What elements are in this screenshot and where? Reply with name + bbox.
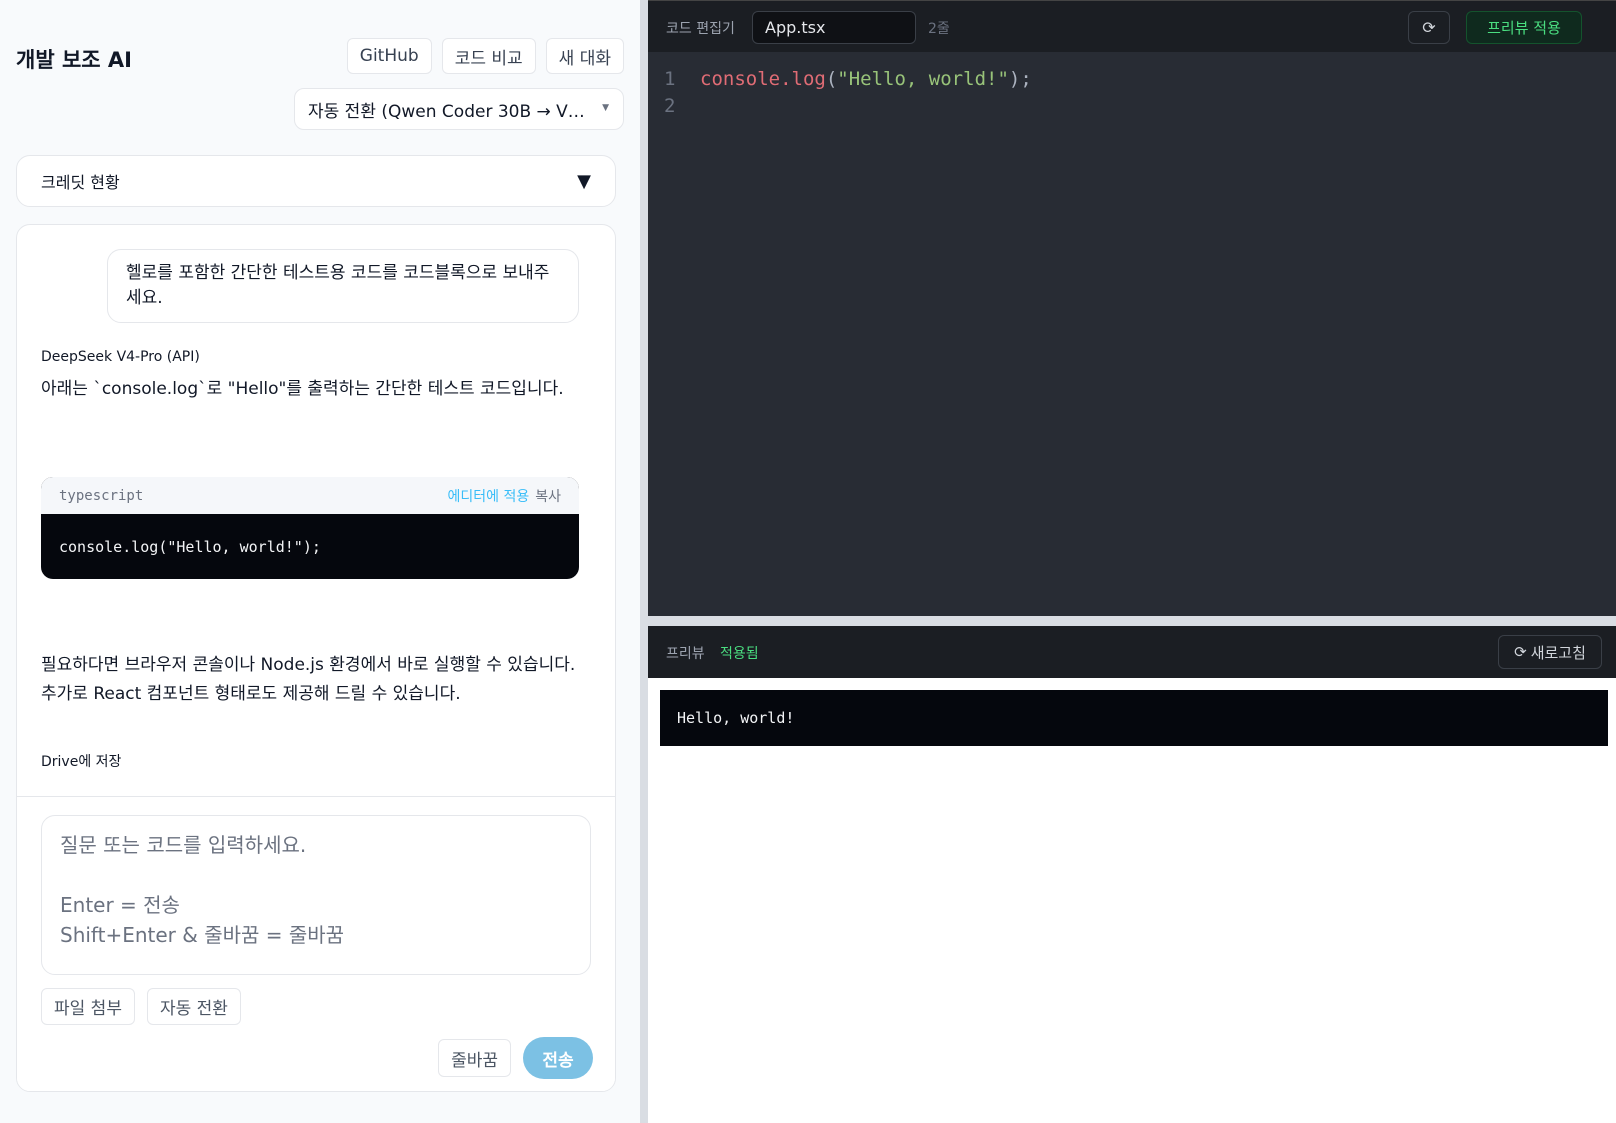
newline-button[interactable]: 줄바꿈: [438, 1039, 511, 1077]
code-compare-button[interactable]: 코드 비교: [441, 38, 536, 74]
editor-toolbar: 코드 편집기 2줄 ⟳ 프리뷰 적용: [648, 0, 1616, 52]
workspace-panel: 코드 편집기 2줄 ⟳ 프리뷰 적용 1 console.log("Hello,…: [648, 0, 1616, 1123]
editor-preview-splitter[interactable]: [648, 616, 1616, 626]
github-button[interactable]: GitHub: [346, 38, 432, 74]
code-block-content: console.log("Hello, world!");: [59, 537, 321, 556]
refresh-icon: ⟳: [1514, 643, 1527, 661]
user-message: 헬로를 포함한 간단한 테스트용 코드를 코드블록으로 보내주세요.: [107, 249, 579, 323]
code-block-header: typescript 에디터에 적용 복사: [41, 477, 579, 514]
model-select-value: 자동 전환 (Qwen Coder 30B → V…: [308, 101, 585, 122]
chat-header: 개발 보조 AI GitHub 코드 비교 새 대화: [16, 36, 624, 76]
send-button[interactable]: 전송: [523, 1037, 593, 1079]
reload-icon: ⟳: [1422, 19, 1436, 37]
preview-toolbar: 프리뷰 적용됨 ⟳ 새로고침: [648, 626, 1616, 678]
composer-options: 파일 첨부 자동 전환: [41, 988, 241, 1025]
assistant-model-name: DeepSeek V4-Pro (API): [41, 349, 200, 365]
auto-switch-button[interactable]: 자동 전환: [146, 988, 241, 1025]
code-editor[interactable]: 1 console.log("Hello, world!"); 2: [648, 52, 1616, 616]
header-actions: GitHub 코드 비교 새 대화: [346, 38, 624, 74]
save-to-drive-link[interactable]: Drive에 저장: [41, 751, 121, 771]
reload-button[interactable]: ⟳: [1408, 11, 1450, 44]
assistant-outro-text: 필요하다면 브라우저 콘솔이나 Node.js 환경에서 바로 실행할 수 있습…: [41, 651, 601, 709]
token-paren-close: );: [1008, 67, 1032, 90]
caret-down-icon: ▼: [602, 103, 609, 113]
new-chat-button[interactable]: 새 대화: [545, 38, 624, 74]
line-number: 1: [664, 67, 676, 90]
token-string: "Hello, world!": [837, 67, 1009, 90]
credit-status-toggle[interactable]: 크레딧 현황 ▼: [16, 155, 616, 207]
chat-thread: 헬로를 포함한 간단한 테스트용 코드를 코드블록으로 보내주세요. DeepS…: [16, 224, 616, 1092]
refresh-label: 새로고침: [1530, 643, 1586, 662]
filename-input[interactable]: [752, 11, 916, 44]
assistant-intro-text: 아래는 `console.log`로 "Hello"를 출력하는 간단한 테스트…: [41, 379, 564, 399]
line-count: 2줄: [928, 21, 950, 37]
app-title: 개발 보조 AI: [16, 48, 132, 72]
prompt-input[interactable]: [41, 815, 591, 975]
credit-status-label: 크레딧 현황: [41, 173, 120, 192]
assistant-outro-line-1: 필요하다면 브라우저 콘솔이나 Node.js 환경에서 바로 실행할 수 있습…: [41, 655, 576, 675]
token-paren-open: (: [825, 67, 838, 90]
composer: 파일 첨부 자동 전환 줄바꿈 전송: [17, 796, 615, 1091]
chat-panel: 개발 보조 AI GitHub 코드 비교 새 대화 자동 전환 (Qwen C…: [0, 0, 640, 1123]
editor-line: 1 console.log("Hello, world!");: [648, 65, 1616, 92]
preview-status-badge: 적용됨: [720, 646, 759, 662]
apply-preview-button[interactable]: 프리뷰 적용: [1466, 11, 1582, 44]
line-number: 2: [664, 94, 676, 117]
preview-area: Hello, world!: [648, 678, 1616, 1123]
code-block-actions: 에디터에 적용 복사: [448, 486, 562, 506]
composer-actions: 줄바꿈 전송: [438, 1037, 593, 1079]
preview-label: 프리뷰: [666, 646, 705, 662]
editor-line: 2: [648, 92, 1616, 119]
copy-code-link[interactable]: 복사: [535, 486, 561, 506]
model-select[interactable]: 자동 전환 (Qwen Coder 30B → V… ▼: [294, 88, 624, 130]
code-block: typescript 에디터에 적용 복사 console.log("Hello…: [41, 477, 579, 579]
triangle-down-icon: ▼: [577, 170, 591, 192]
console-output: Hello, world!: [660, 690, 1608, 746]
refresh-button[interactable]: ⟳ 새로고침: [1498, 635, 1602, 669]
code-language-label: typescript: [59, 487, 144, 504]
editor-label: 코드 편집기: [666, 21, 735, 37]
assistant-outro-line-2: 추가로 React 컴포넌트 형태로도 제공해 드릴 수 있습니다.: [41, 684, 461, 704]
token-function: console.log: [700, 67, 826, 90]
apply-to-editor-link[interactable]: 에디터에 적용: [448, 486, 530, 506]
panel-divider[interactable]: [640, 0, 648, 1123]
attach-file-button[interactable]: 파일 첨부: [41, 988, 135, 1025]
